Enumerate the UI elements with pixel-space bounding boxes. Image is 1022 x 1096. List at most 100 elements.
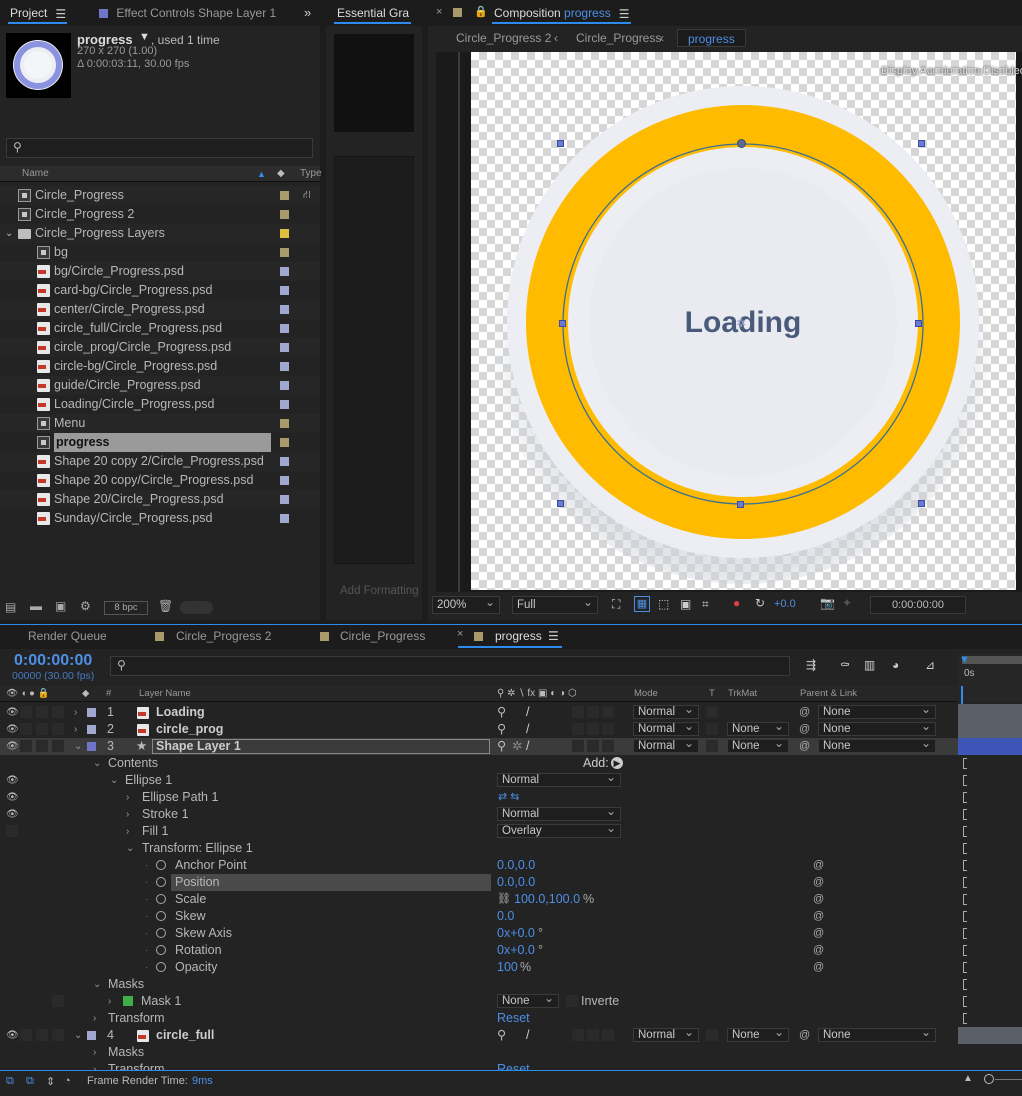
add-formatting-button[interactable]: Add Formatting (340, 585, 419, 597)
lock-toggle[interactable] (52, 740, 64, 752)
label-swatch[interactable] (280, 419, 289, 428)
pick-whip-icon[interactable]: @ (799, 721, 810, 738)
chevron-down-icon[interactable]: ⌄ (74, 738, 82, 755)
transfer-controls-icon[interactable]: ⧉ (26, 1075, 34, 1088)
solo-toggle[interactable] (36, 740, 48, 752)
exposure-value[interactable]: +0.0 (774, 598, 796, 610)
lock-toggle[interactable] (52, 723, 64, 735)
mode-dropdown[interactable]: Normal (633, 703, 699, 719)
thumbnail-slider[interactable] (180, 601, 213, 614)
label-swatch[interactable] (280, 438, 289, 447)
label-swatch[interactable] (280, 210, 289, 219)
tab-circle-progress[interactable]: Circle_Progress (340, 629, 425, 643)
tab-progress[interactable]: progress (495, 629, 542, 643)
lock-toggle[interactable] (52, 706, 64, 718)
anchor-point-icon[interactable]: ✲ (736, 316, 746, 330)
menu-icon[interactable]: ☰ (55, 1, 66, 27)
keyframe-marker[interactable] (963, 860, 967, 871)
layer-name[interactable]: circle_full (156, 1027, 214, 1044)
visibility-eye-icon[interactable]: 👁 (6, 789, 19, 806)
add-icon[interactable]: ▶ (611, 757, 623, 769)
project-settings-icon[interactable]: ⚙ (80, 599, 91, 613)
label-column-icon[interactable]: ◆ (277, 166, 285, 182)
current-time[interactable]: 0:00:00:00 (14, 652, 92, 670)
path-direction-icon[interactable]: ⇄ ⇆ (498, 789, 520, 806)
property-row[interactable]: ⌄ Contents Add: ▶ (0, 755, 958, 772)
list-item[interactable]: Shape 20 copy 2/Circle_Progress.psd (0, 452, 320, 471)
ellipse-group[interactable]: Ellipse 1 (125, 772, 172, 789)
in-out-icon[interactable]: ⇕ (46, 1075, 55, 1088)
switch-cell[interactable] (587, 1029, 599, 1041)
expression-pick-whip-icon[interactable]: @ (813, 874, 824, 891)
timeline-search-input[interactable]: ⚲ (110, 656, 790, 676)
layer-duration-bar[interactable] (958, 1027, 1022, 1044)
tab-render-queue[interactable]: Render Queue (28, 629, 107, 643)
ellipse-path-group[interactable]: Ellipse Path 1 (142, 789, 218, 806)
stopwatch-icon[interactable] (156, 962, 166, 972)
label-swatch[interactable] (87, 725, 96, 734)
keyframe-marker[interactable] (963, 792, 967, 803)
property-name[interactable]: Skew (171, 908, 206, 925)
property-value[interactable]: 0.0 (497, 908, 514, 925)
parent-dropdown[interactable]: None (818, 737, 936, 753)
list-item[interactable]: ⌄ Circle_Progress Layers (0, 224, 320, 243)
list-item[interactable]: Shape 20 copy/Circle_Progress.psd (0, 471, 320, 490)
label-swatch[interactable] (280, 343, 289, 352)
property-row[interactable]: · Scale ⛓ 100.0,100.0% @ (0, 891, 958, 908)
property-row[interactable]: 👁 ⌄ Ellipse 1 Normal (0, 771, 958, 789)
layer-row[interactable]: 👁 ⌄ 3 ★ Shape Layer 1 ⚲ ✲/ Normal None @ None (0, 737, 958, 755)
property-value[interactable]: 100.0,100.0 (514, 891, 580, 908)
solo-toggle[interactable] (36, 723, 48, 735)
keyframe-marker[interactable] (963, 996, 967, 1007)
layer-name[interactable]: circle_prog (156, 721, 223, 738)
property-name[interactable]: Opacity (171, 959, 217, 976)
collapse-switch-icon[interactable]: ✲ (512, 738, 522, 755)
preserve-transparency-toggle[interactable] (706, 706, 718, 718)
switch-cell[interactable] (602, 740, 614, 752)
breadcrumb-item[interactable]: Circle_Progress (576, 26, 661, 50)
switch-cell[interactable] (587, 740, 599, 752)
chevron-down-icon[interactable]: ⌄ (110, 772, 118, 789)
list-item[interactable]: circle-bg/Circle_Progress.psd (0, 357, 320, 376)
layer-duration-bar[interactable] (958, 721, 1022, 738)
render-time-icon[interactable]: ◔ (64, 1075, 71, 1087)
visibility-eye-icon[interactable]: 👁 (6, 721, 19, 738)
interpret-footage-icon[interactable]: ▤ (5, 600, 16, 614)
frame-blending-icon[interactable]: ▥ (864, 658, 875, 672)
switch-cell[interactable] (572, 740, 584, 752)
chevron-right-icon[interactable]: › (93, 1044, 96, 1061)
track-area[interactable] (958, 772, 1022, 789)
list-item[interactable]: card-bg/Circle_Progress.psd (0, 281, 320, 300)
contents-group[interactable]: Contents (108, 755, 158, 772)
mask-mode-dropdown[interactable]: None (497, 992, 559, 1008)
switch-cell[interactable] (602, 706, 614, 718)
label-swatch[interactable] (280, 267, 289, 276)
property-value[interactable]: 0.0,0.0 (497, 857, 535, 874)
flowchart-icon[interactable]: ⛙ (303, 186, 311, 205)
fast-previews-icon[interactable]: ⛶ (612, 597, 620, 612)
visibility-eye-icon[interactable]: 👁 (6, 738, 19, 755)
mask-name[interactable]: Mask 1 (141, 993, 181, 1010)
label-swatch[interactable] (280, 476, 289, 485)
label-swatch[interactable] (87, 708, 96, 717)
property-row[interactable]: 👁 › Ellipse Path 1 ⇄ ⇆ (0, 789, 958, 806)
chevron-down-icon[interactable]: ⌄ (93, 976, 101, 993)
col-mode[interactable]: Mode (634, 686, 658, 702)
property-row[interactable]: › Transform Reset (0, 1010, 958, 1027)
track-area[interactable] (958, 959, 1022, 976)
shy-switch-icon[interactable]: ⚲ (497, 704, 506, 721)
switch-cell[interactable] (587, 723, 599, 735)
quality-switch-icon[interactable]: / (526, 721, 529, 738)
expression-pick-whip-icon[interactable]: @ (813, 959, 824, 976)
zoom-dropdown[interactable]: 200% (432, 594, 500, 614)
switch-cell[interactable] (587, 706, 599, 718)
pick-whip-icon[interactable]: @ (799, 704, 810, 721)
bounding-handle[interactable] (557, 500, 564, 507)
list-item[interactable]: Menu (0, 414, 320, 433)
trkmat-dropdown[interactable]: None (727, 737, 789, 753)
blend-mode-dropdown[interactable]: Overlay (497, 822, 621, 838)
label-swatch[interactable] (280, 305, 289, 314)
audio-toggle[interactable] (20, 1029, 32, 1041)
work-area-bar[interactable] (962, 656, 1022, 664)
track-area[interactable] (958, 789, 1022, 806)
